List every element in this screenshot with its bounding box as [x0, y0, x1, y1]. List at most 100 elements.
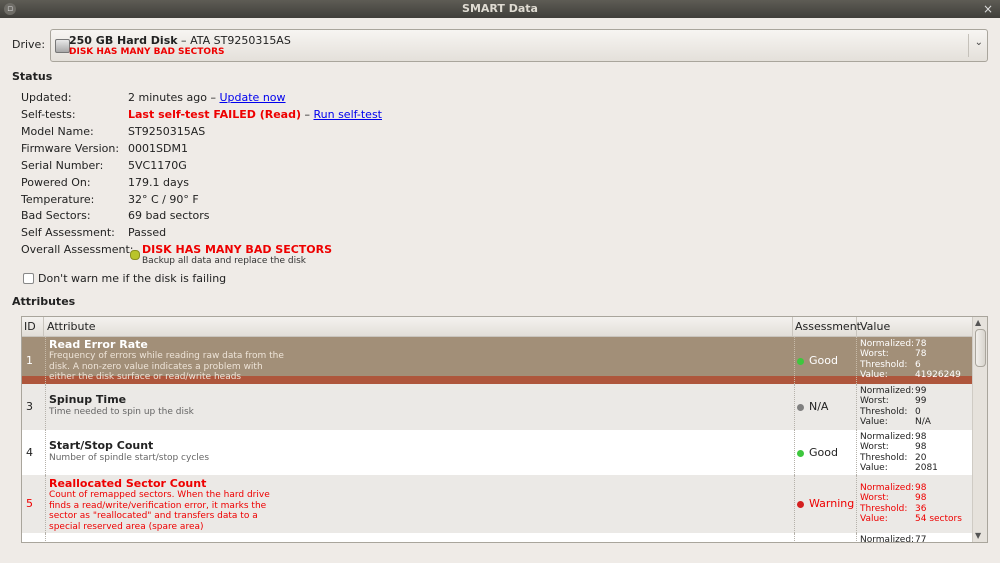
status-warning-icon [797, 500, 804, 508]
bad-sectors-value: 69 bad sectors [128, 209, 210, 222]
attribute-id: 5 [26, 497, 33, 510]
model-value: ST9250315AS [128, 125, 206, 138]
attribute-description: Time needed to spin up the disk [49, 407, 194, 417]
powered-label: Powered On: [21, 176, 91, 189]
header-separator [856, 317, 857, 336]
normalized-key: Normalized: [860, 339, 915, 349]
table-row[interactable]: Normalized:77 [22, 533, 973, 543]
updated-label: Updated: [21, 91, 72, 104]
threshold-key: Threshold: [860, 452, 908, 463]
attributes-heading: Attributes [12, 295, 76, 308]
table-row[interactable]: 1 Read Error Rate Frequency of errors wh… [22, 337, 973, 384]
normalized-value: 99 [915, 386, 927, 396]
threshold-value: 6 [915, 359, 921, 370]
attribute-description: Count of remapped sectors. When the hard… [49, 490, 270, 532]
value-key: Value: [860, 513, 888, 524]
column-separator [45, 384, 46, 430]
attribute-description: Frequency of errors while reading raw da… [49, 351, 284, 382]
raw-value: 54 sectors [915, 513, 962, 524]
title-bar: ▫ SMART Data × [0, 0, 1000, 18]
assessment-text: Good [809, 354, 838, 367]
attribute-id: 4 [26, 446, 33, 459]
status-heading: Status [12, 70, 53, 83]
dont-warn-checkbox[interactable] [23, 273, 34, 284]
worst-key: Worst: [860, 442, 889, 453]
serial-label: Serial Number: [21, 159, 104, 172]
selftest-status: Last self-test FAILED (Read) [128, 108, 301, 121]
selftest-separator: – [300, 108, 314, 121]
status-good-icon [797, 449, 804, 457]
attribute-values: Normalized:77 [860, 535, 926, 543]
attribute-values: Normalized:78 Worst: 78 Threshold: 6 Value… [860, 339, 961, 380]
normalized-key: Normalized: [860, 386, 915, 396]
close-icon[interactable]: × [982, 3, 994, 15]
assessment-text: Warning [809, 497, 855, 510]
vertical-scrollbar[interactable]: ▲ ▼ [972, 317, 987, 542]
column-separator [856, 337, 857, 384]
attribute-name: Reallocated Sector Count [49, 477, 207, 490]
attribute-assessment: Good [797, 354, 838, 367]
dont-warn-label[interactable]: Don't warn me if the disk is failing [38, 272, 226, 285]
drive-warning: DISK HAS MANY BAD SECTORS [69, 47, 225, 57]
hard-disk-icon [55, 39, 70, 53]
drive-title: 250 GB Hard Disk – ATA ST9250315AS [69, 34, 291, 47]
column-header-attribute[interactable]: Attribute [47, 320, 96, 333]
scrollbar-thumb[interactable] [975, 329, 986, 367]
scroll-down-icon[interactable]: ▼ [975, 531, 981, 540]
threshold-value: 0 [915, 406, 921, 417]
normalized-value: 98 [915, 432, 927, 442]
attribute-description: Number of spindle start/stop cycles [49, 453, 210, 463]
attribute-name: Start/Stop Count [49, 439, 154, 452]
attribute-name: Spinup Time [49, 393, 127, 406]
normalized-key: Normalized: [860, 432, 915, 442]
update-now-link[interactable]: Update now [219, 91, 285, 104]
column-separator [45, 337, 46, 384]
raw-value: N/A [915, 416, 931, 427]
threshold-key: Threshold: [860, 503, 908, 514]
assessment-text: Good [809, 446, 838, 459]
updated-time: 2 minutes ago [128, 91, 207, 104]
worst-value: 99 [915, 396, 927, 407]
column-header-id[interactable]: ID [24, 320, 36, 333]
table-row[interactable]: 4 Start/Stop Count Number of spindle sta… [22, 430, 973, 475]
column-header-assessment[interactable]: Assessment [795, 320, 861, 333]
drive-selector[interactable]: 250 GB Hard Disk – ATA ST9250315AS DISK … [50, 29, 988, 62]
drive-model: ATA ST9250315AS [190, 34, 291, 47]
attribute-assessment: N/A [797, 400, 828, 413]
attribute-name: Read Error Rate [49, 338, 148, 351]
selftests-label: Self-tests: [21, 108, 76, 121]
run-selftest-link[interactable]: Run self-test [313, 108, 382, 121]
worst-key: Worst: [860, 493, 889, 504]
table-row[interactable]: 5 Reallocated Sector Count Count of rema… [22, 475, 973, 533]
attribute-assessment: Good [797, 446, 838, 459]
attribute-values: Normalized:99 Worst: 99 Threshold: 0 Value… [860, 386, 931, 427]
column-separator [856, 475, 857, 533]
status-good-icon [797, 357, 804, 365]
normalized-value: 78 [915, 339, 927, 349]
worst-key: Worst: [860, 396, 889, 407]
scroll-up-icon[interactable]: ▲ [975, 318, 981, 327]
self-assessment-value: Passed [128, 226, 167, 239]
combo-separator [968, 34, 969, 57]
column-header-value[interactable]: Value [860, 320, 890, 333]
table-row[interactable]: 3 Spinup Time Time needed to spin up the… [22, 384, 973, 430]
raw-value: 41926249 [915, 369, 961, 380]
overall-subtext: Backup all data and replace the disk [142, 256, 307, 266]
bad-sectors-label: Bad Sectors: [21, 209, 91, 222]
column-separator [45, 533, 46, 542]
column-separator [794, 533, 795, 542]
temperature-value: 32° C / 90° F [128, 193, 199, 206]
drive-name: 250 GB Hard Disk [69, 34, 178, 47]
normalized-key: Normalized: [860, 535, 915, 543]
normalized-key: Normalized: [860, 483, 915, 493]
column-separator [45, 475, 46, 533]
header-separator [792, 317, 793, 336]
column-separator [856, 384, 857, 430]
attributes-table[interactable]: ID Attribute Assessment Value 1 Read Err… [21, 316, 988, 543]
window-title: SMART Data [462, 2, 538, 15]
chevron-down-icon[interactable]: ⌄ [975, 37, 983, 48]
threshold-key: Threshold: [860, 359, 908, 370]
attribute-values: Normalized:98 Worst: 98 Threshold: 20 Valu… [860, 432, 938, 473]
worst-value: 98 [915, 493, 927, 504]
selftests-value: Last self-test FAILED (Read) – Run self-… [128, 108, 382, 121]
